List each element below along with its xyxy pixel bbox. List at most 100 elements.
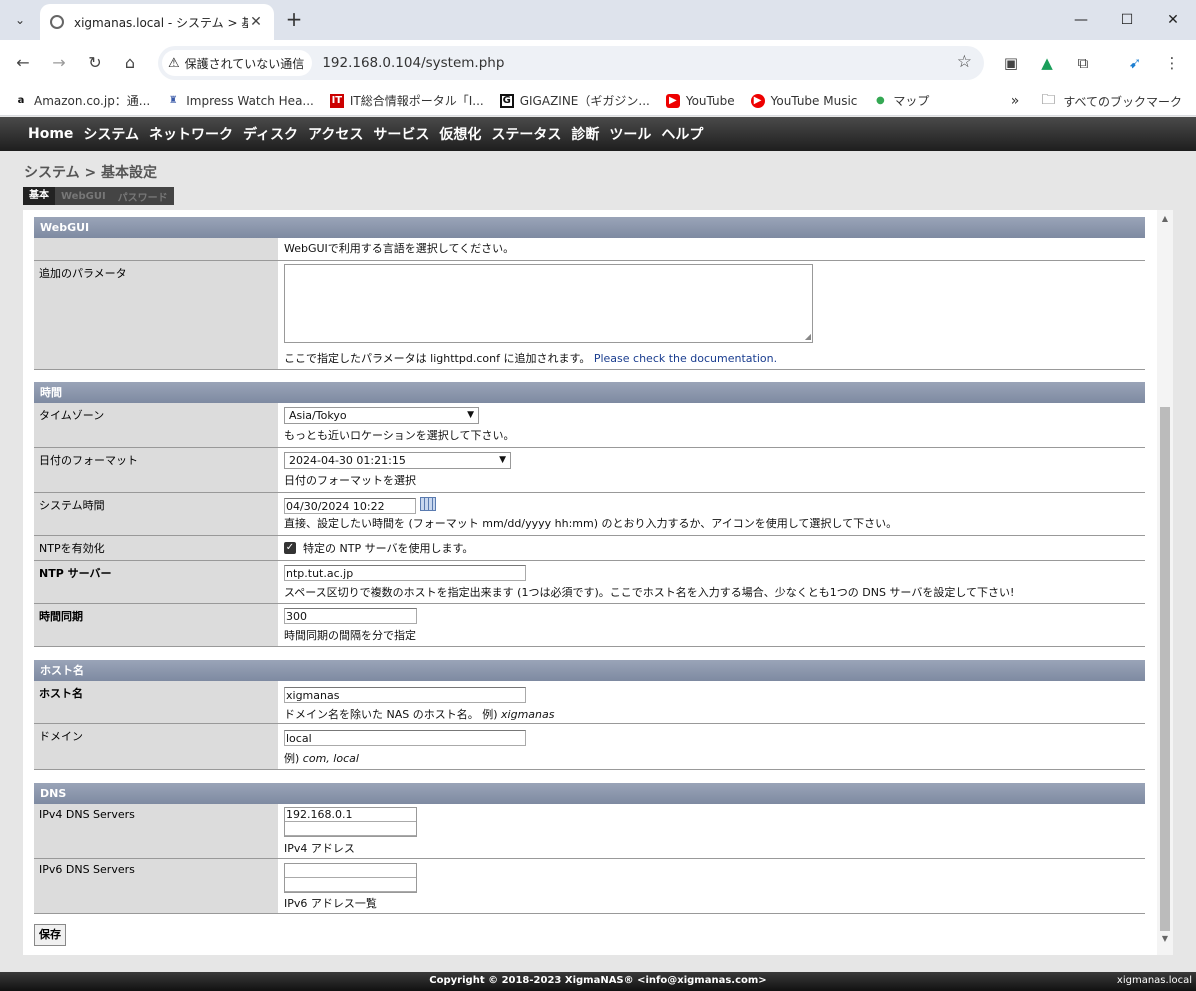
timezone-label: タイムゾーン bbox=[34, 403, 278, 447]
nav-access[interactable]: アクセス bbox=[308, 124, 363, 144]
bookmark-amazon[interactable]: a Amazon.co.jp：通... bbox=[14, 92, 151, 109]
scroll-up-icon[interactable]: ▲ bbox=[1157, 214, 1173, 223]
reload-icon[interactable]: ↻ bbox=[83, 51, 107, 75]
youtube-icon: ▶ bbox=[665, 93, 680, 108]
bookmark-star-icon[interactable]: ☆ bbox=[957, 52, 972, 72]
time-sync-input[interactable]: 300 bbox=[284, 608, 417, 624]
ntp-server-label: NTP サーバー bbox=[34, 561, 278, 603]
drive-icon[interactable]: ▲ bbox=[1036, 52, 1058, 74]
window-close-icon[interactable]: ✕ bbox=[1150, 0, 1196, 40]
ntp-server-note: スペース区切りで複数のホストを指定出来ます (1つは必須です)。ここでホスト名を… bbox=[284, 586, 1015, 599]
hostname-input[interactable]: xigmanas bbox=[284, 687, 526, 703]
extensions-icon[interactable]: ⧉ bbox=[1072, 52, 1094, 74]
date-format-select[interactable]: 2024-04-30 01:21:15 ▼ bbox=[284, 452, 511, 469]
webgui-language-row: WebGUIで利用する言語を選択してください。 bbox=[34, 238, 1145, 261]
bookmark-maps[interactable]: ● マップ bbox=[873, 92, 929, 109]
new-tab-button[interactable]: + bbox=[282, 8, 306, 32]
time-sync-label: 時間同期 bbox=[34, 604, 278, 646]
nav-services[interactable]: サービス bbox=[373, 124, 429, 144]
all-bookmarks-button[interactable]: すべてのブックマーク bbox=[1063, 93, 1182, 110]
section-hostname-header: ホスト名 bbox=[34, 660, 1145, 681]
security-chip[interactable]: ⚠ 保護されていない通信 bbox=[162, 50, 313, 76]
tab-close-icon[interactable]: ✕ bbox=[248, 14, 264, 30]
section-time-header: 時間 bbox=[34, 382, 1145, 403]
save-button[interactable]: 保存 bbox=[34, 924, 66, 946]
impress-icon: ♜ bbox=[168, 95, 178, 106]
ipv4-dns-label: IPv4 DNS Servers bbox=[34, 804, 278, 858]
minimize-icon[interactable]: — bbox=[1058, 0, 1104, 40]
row-label bbox=[34, 238, 278, 260]
ipv6-dns-row: IPv6 DNS Servers IPv6 アドレス一覧 bbox=[34, 859, 1145, 914]
nav-tools[interactable]: ツール bbox=[609, 124, 651, 144]
scrollbar-thumb[interactable] bbox=[1160, 407, 1170, 931]
language-note: WebGUIで利用する言語を選択してください。 bbox=[284, 242, 515, 255]
bookmark-impress[interactable]: ♜ Impress Watch Hea... bbox=[166, 94, 314, 108]
site-favicon-icon bbox=[50, 15, 64, 29]
extra-params-label: 追加のパラメータ bbox=[34, 261, 278, 369]
bookmarks-bar: a Amazon.co.jp：通... ♜ Impress Watch Hea...… bbox=[0, 86, 1196, 116]
domain-note: 例) com, local bbox=[284, 752, 359, 765]
browser-tab[interactable]: xigmanas.local - システム > 基本設 ✕ bbox=[40, 4, 274, 40]
nav-help[interactable]: ヘルプ bbox=[661, 124, 703, 144]
tab-basic[interactable]: 基本 bbox=[23, 187, 55, 205]
timezone-select[interactable]: Asia/Tokyo ▼ bbox=[284, 407, 479, 424]
folder-icon: 🗀 bbox=[1041, 92, 1056, 108]
ipv4-dns-input-2[interactable] bbox=[285, 822, 416, 836]
forward-icon[interactable]: → bbox=[47, 51, 71, 75]
ipv4-dns-input-1[interactable]: 192.168.0.1 bbox=[285, 808, 416, 822]
ipv6-dns-input-1[interactable] bbox=[285, 864, 416, 878]
cast-icon[interactable]: ▣ bbox=[1000, 52, 1022, 74]
nav-network[interactable]: ネットワーク bbox=[149, 124, 233, 144]
settings-panel: WebGUI WebGUIで利用する言語を選択してください。 追加のパラメータ … bbox=[23, 210, 1173, 955]
tab-search-button[interactable]: ⌄ bbox=[8, 8, 32, 32]
ipv6-dns-input-2[interactable] bbox=[285, 878, 416, 892]
bookmark-youtube-music[interactable]: ▶ YouTube Music bbox=[750, 93, 857, 108]
nav-home[interactable]: Home bbox=[28, 126, 73, 142]
home-icon[interactable]: ⌂ bbox=[118, 51, 142, 75]
system-time-label: システム時間 bbox=[34, 493, 278, 535]
profile-icon[interactable]: ➹ bbox=[1124, 52, 1146, 74]
documentation-link[interactable]: Please check the documentation. bbox=[594, 352, 777, 365]
copyright-text: Copyright © 2018-2023 XigmaNAS® <info@xi… bbox=[429, 975, 767, 986]
ntp-server-input[interactable]: ntp.tut.ac.jp bbox=[284, 565, 526, 581]
bookmark-gigazine[interactable]: G GIGAZINE（ギガジン... bbox=[499, 92, 650, 109]
tab-password[interactable]: パスワード bbox=[112, 189, 174, 204]
ntp-server-row: NTP サーバー ntp.tut.ac.jp スペース区切りで複数のホストを指定… bbox=[34, 561, 1145, 604]
more-bookmarks-icon[interactable]: » bbox=[1011, 93, 1020, 109]
nav-diagnostics[interactable]: 診断 bbox=[571, 124, 599, 144]
scroll-down-icon[interactable]: ▼ bbox=[1157, 934, 1173, 943]
ipv6-dns-label: IPv6 DNS Servers bbox=[34, 859, 278, 913]
nav-system[interactable]: システム bbox=[83, 124, 139, 144]
scrollbar[interactable]: ▲ ▼ bbox=[1157, 210, 1173, 955]
system-time-input[interactable]: 04/30/2024 10:22 bbox=[284, 498, 416, 514]
menu-icon[interactable]: ⋮ bbox=[1161, 52, 1183, 74]
ntp-enable-checkbox[interactable]: ✓ bbox=[284, 542, 296, 554]
time-sync-note: 時間同期の間隔を分で指定 bbox=[284, 629, 416, 642]
url-text[interactable]: 192.168.0.104/system.php bbox=[322, 55, 504, 71]
breadcrumb: システム > 基本設定 bbox=[24, 165, 158, 181]
address-bar[interactable]: ⚠ 保護されていない通信 192.168.0.104/system.php ☆ bbox=[158, 46, 984, 80]
hostname-label: ホスト名 bbox=[34, 681, 278, 723]
youtube-music-icon: ▶ bbox=[750, 93, 765, 108]
nav-disks[interactable]: ディスク bbox=[243, 124, 298, 144]
date-format-label: 日付のフォーマット bbox=[34, 448, 278, 492]
domain-label: ドメイン bbox=[34, 724, 278, 769]
ipv6-dns-note: IPv6 アドレス一覧 bbox=[284, 897, 377, 910]
domain-row: ドメイン local 例) com, local bbox=[34, 724, 1145, 770]
tab-webgui[interactable]: WebGUI bbox=[55, 191, 112, 202]
domain-input[interactable]: local bbox=[284, 730, 526, 746]
calendar-icon[interactable] bbox=[420, 497, 436, 511]
nav-virtualization[interactable]: 仮想化 bbox=[439, 124, 481, 144]
ntp-enable-label: NTPを有効化 bbox=[34, 536, 278, 560]
footer-hostname: xigmanas.local bbox=[1116, 975, 1192, 986]
extra-params-textarea[interactable]: ◢ bbox=[284, 264, 813, 343]
main-nav: Home システム ネットワーク ディスク アクセス サービス 仮想化 ステータ… bbox=[0, 117, 1196, 151]
maximize-icon[interactable]: ☐ bbox=[1104, 0, 1150, 40]
back-icon[interactable]: ← bbox=[11, 51, 35, 75]
ipv6-dns-list bbox=[284, 863, 417, 893]
bookmark-itmedia[interactable]: IT IT総合情報ポータル「I... bbox=[329, 92, 484, 109]
gigazine-icon: G bbox=[499, 93, 514, 108]
nav-status[interactable]: ステータス bbox=[491, 124, 561, 144]
bookmark-youtube[interactable]: ▶ YouTube bbox=[665, 93, 735, 108]
resize-grip-icon[interactable]: ◢ bbox=[805, 332, 811, 341]
